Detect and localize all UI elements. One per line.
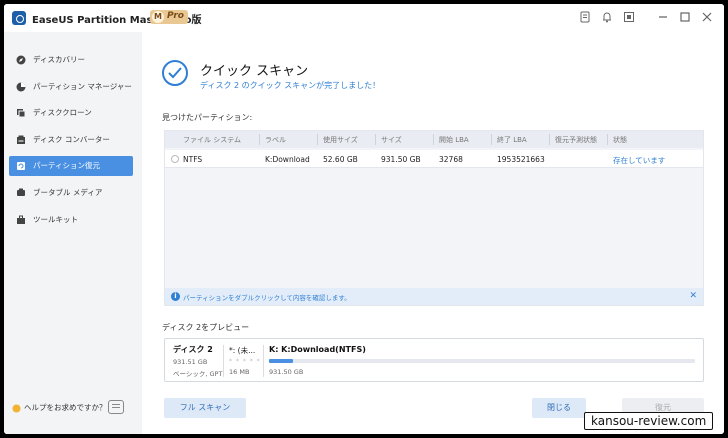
pro-badge-m: M bbox=[152, 11, 164, 23]
partition-table: ファイル システム ラベル 使用サイズ サイズ 開始 LBA 終了 LBA 復元… bbox=[164, 130, 704, 306]
column-divider[interactable] bbox=[549, 134, 550, 145]
close-button[interactable]: 閉じる bbox=[532, 398, 586, 418]
window-icon[interactable] bbox=[622, 11, 636, 25]
partition-2-size: 931.50 GB bbox=[269, 368, 304, 376]
partition-1-size: 16 MB bbox=[229, 368, 250, 376]
sidebar-item-label: ディスカバリー bbox=[33, 55, 85, 64]
partition-2-label[interactable]: K: K:Download(NTFS) bbox=[269, 345, 366, 354]
watermark: kansou-review.com bbox=[584, 412, 714, 430]
page-title: クイック スキャン bbox=[200, 64, 309, 79]
sidebar-item-discovery[interactable]: ディスカバリー bbox=[9, 50, 133, 70]
pro-badge[interactable]: M Pro bbox=[150, 10, 188, 24]
sidebar-item-label: ディスク コンバーター bbox=[33, 135, 110, 144]
maximize-icon[interactable] bbox=[678, 11, 692, 25]
sidebar-item-label: ツールキット bbox=[33, 215, 78, 224]
bell-icon[interactable] bbox=[600, 11, 614, 25]
partition-recovery-icon bbox=[17, 162, 25, 170]
disk-preview-label: ディスク 2をプレビュー bbox=[162, 323, 250, 332]
column-divider[interactable] bbox=[375, 134, 376, 145]
column-header[interactable]: ファイル システム bbox=[183, 135, 241, 145]
column-divider[interactable] bbox=[433, 134, 434, 145]
hand-wave-icon bbox=[12, 403, 21, 413]
column-divider[interactable] bbox=[259, 134, 260, 145]
disk-preview-card: ディスク 2 931.51 GB ベーシック, GPT *: (未... * *… bbox=[164, 338, 704, 382]
chat-icon[interactable] bbox=[108, 400, 124, 414]
sidebar-item-label: パーティション復元 bbox=[33, 161, 101, 170]
sidebar-item-toolkit[interactable]: ツールキット bbox=[9, 210, 133, 230]
disk-clone-icon bbox=[17, 109, 26, 118]
sidebar-item-bootable-media[interactable]: ブータブル メディア bbox=[9, 183, 133, 203]
full-scan-button[interactable]: フル スキャン bbox=[164, 398, 246, 418]
row-select-radio[interactable] bbox=[171, 155, 179, 163]
table-header: ファイル システム ラベル 使用サイズ サイズ 開始 LBA 終了 LBA 復元… bbox=[165, 131, 703, 148]
sidebar-item-partition-manager[interactable]: パーティション マネージャー bbox=[9, 77, 133, 97]
app-logo-icon bbox=[12, 11, 26, 25]
title-bar: EaseUS Partition Master Pro版 M Pro bbox=[4, 4, 724, 32]
page-subtitle: ディスク 2 のクイック スキャンが完了しました！ bbox=[200, 81, 381, 90]
table-row[interactable]: NTFS K:Download 52.60 GB 931.50 GB 32768… bbox=[165, 150, 703, 168]
sidebar: ディスカバリー パーティション マネージャー ディスククローン ディスク コンバ… bbox=[4, 32, 142, 434]
column-divider[interactable] bbox=[491, 134, 492, 145]
divider bbox=[223, 345, 224, 377]
sidebar-item-label: ディスククローン bbox=[33, 108, 92, 117]
app-window: EaseUS Partition Master Pro版 M Pro ディスカバ… bbox=[4, 4, 724, 434]
main-panel: クイック スキャン ディスク 2 のクイック スキャンが完了しました！ 見つけた… bbox=[142, 32, 724, 434]
column-divider[interactable] bbox=[607, 134, 608, 145]
bootable-media-icon bbox=[17, 188, 25, 196]
info-close-icon[interactable]: ✕ bbox=[689, 291, 697, 301]
sidebar-item-partition-recovery[interactable]: パーティション復元 bbox=[9, 156, 133, 176]
cell-used-size: 52.60 GB bbox=[323, 155, 358, 164]
sidebar-item-label: パーティション マネージャー bbox=[33, 82, 132, 91]
info-icon: i bbox=[171, 292, 180, 301]
column-header[interactable]: 状態 bbox=[613, 135, 627, 145]
note-icon[interactable] bbox=[578, 11, 592, 25]
partition-1-bar: * * * * * bbox=[229, 358, 261, 365]
cell-end-lba: 1953521663 bbox=[497, 155, 545, 164]
sidebar-item-disk-converter[interactable]: ディスク コンバーター bbox=[9, 130, 133, 150]
sidebar-item-label: ブータブル メディア bbox=[33, 188, 103, 197]
toolkit-icon bbox=[17, 215, 25, 224]
cell-file-system: NTFS bbox=[183, 155, 203, 164]
partition-1-label[interactable]: *: (未... bbox=[229, 345, 255, 356]
disk-size: 931.51 GB bbox=[173, 358, 208, 366]
column-divider[interactable] bbox=[317, 134, 318, 145]
column-header[interactable]: 開始 LBA bbox=[439, 135, 469, 145]
cell-label: K:Download bbox=[265, 155, 310, 164]
close-icon[interactable] bbox=[700, 11, 714, 25]
column-header[interactable]: ラベル bbox=[265, 135, 286, 145]
column-header[interactable]: 使用サイズ bbox=[323, 135, 358, 145]
partition-manager-icon bbox=[16, 82, 26, 92]
cell-start-lba: 32768 bbox=[439, 155, 463, 164]
help-link[interactable]: ヘルプをお求めですか？ bbox=[12, 402, 107, 413]
minimize-icon[interactable] bbox=[656, 11, 670, 25]
help-label: ヘルプをお求めですか？ bbox=[24, 403, 107, 412]
cell-size: 931.50 GB bbox=[381, 155, 421, 164]
check-circle-icon bbox=[162, 60, 188, 86]
partition-2-usage-bar bbox=[269, 359, 695, 363]
divider bbox=[263, 345, 264, 377]
sidebar-item-disk-clone[interactable]: ディスククローン bbox=[9, 103, 133, 123]
disk-type: ベーシック, GPT bbox=[173, 370, 223, 378]
disk-converter-icon bbox=[17, 135, 25, 144]
info-text: パーティションをダブルクリックして内容を確認します。 bbox=[183, 294, 351, 302]
cell-status: 存在しています bbox=[613, 156, 666, 165]
info-bar: i パーティションをダブルクリックして内容を確認します。 ✕ bbox=[165, 288, 703, 305]
disk-name: ディスク 2 bbox=[173, 345, 213, 354]
discovery-icon bbox=[16, 55, 26, 65]
pro-badge-label: Pro bbox=[167, 11, 184, 21]
found-partitions-label: 見つけたパーティション: bbox=[162, 113, 253, 122]
column-header[interactable]: サイズ bbox=[381, 135, 402, 145]
partition-2-usage-fill bbox=[269, 359, 293, 363]
column-header[interactable]: 終了 LBA bbox=[497, 135, 527, 145]
column-header[interactable]: 復元予測状態 bbox=[555, 135, 597, 145]
